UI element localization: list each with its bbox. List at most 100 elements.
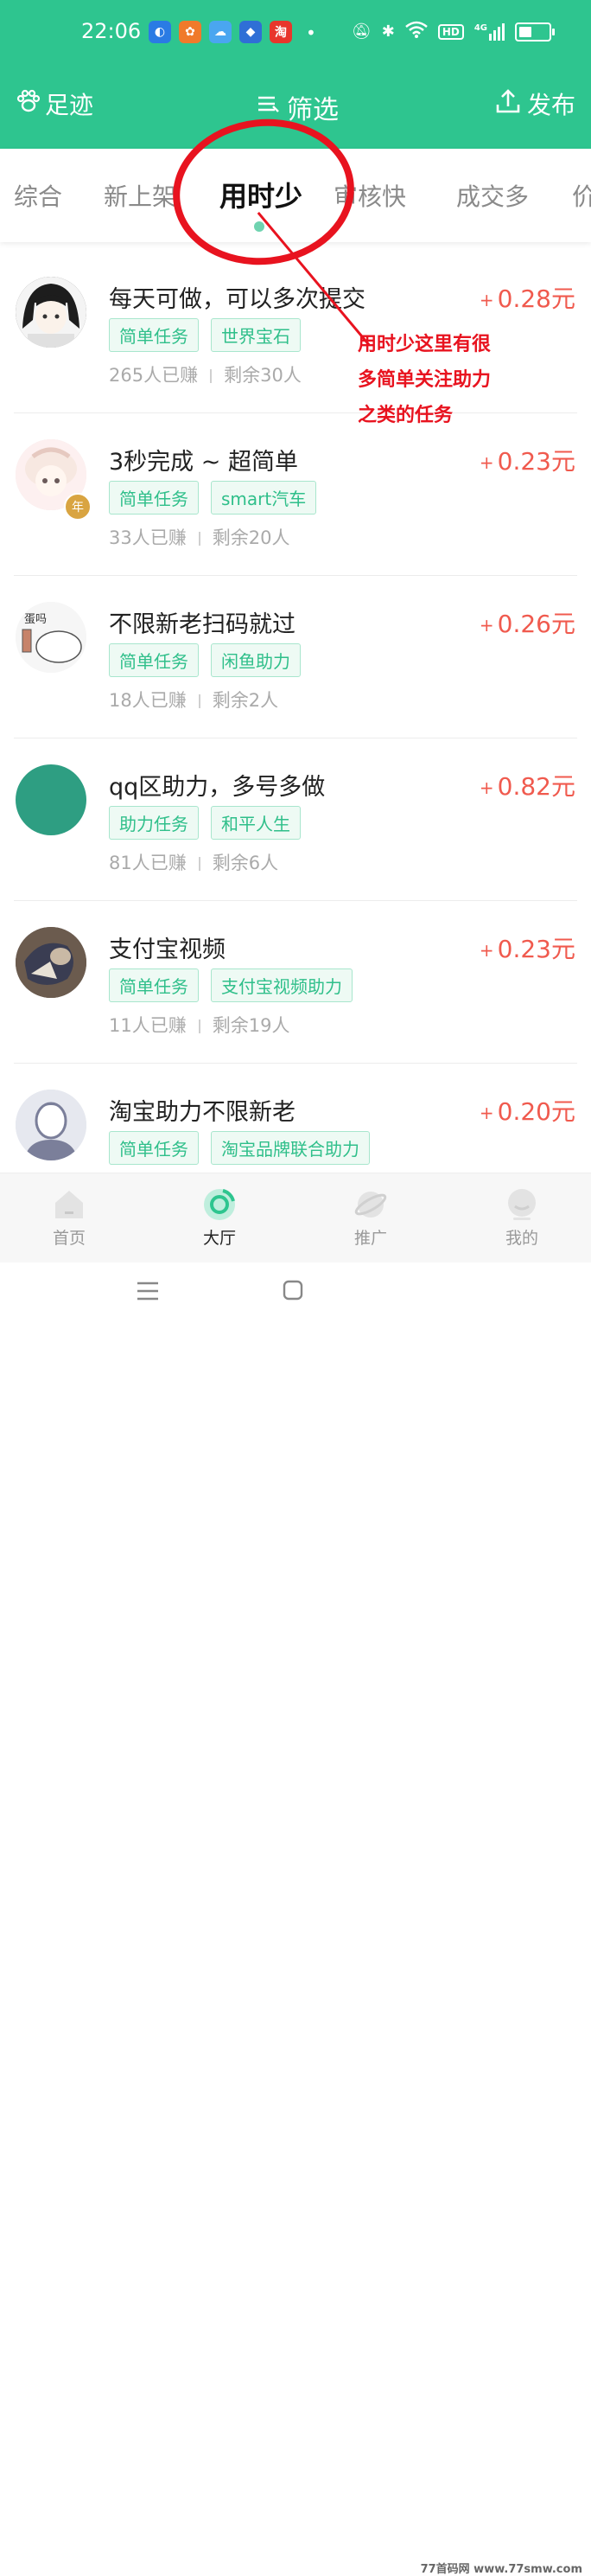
- earned-count: 265人已赚: [109, 365, 199, 386]
- task-item[interactable]: 蛋吗 不限新老扫码就过 +0.26元 简单任务 闲鱼助力 18人已赚 剩余2人: [0, 576, 591, 738]
- publish-button[interactable]: 发布: [494, 86, 575, 121]
- plus-icon: +: [479, 452, 494, 473]
- annotation-line-1: 用时少这里有很: [358, 334, 492, 355]
- publish-label: 发布: [526, 91, 575, 119]
- avatar: [16, 1090, 86, 1160]
- notification-app-icons: ◐ ✿ ☁ ◆ 淘: [149, 21, 292, 43]
- nav-home[interactable]: 首页: [17, 1186, 121, 1249]
- system-icons: 🔕︎ ✱ HD 4G: [352, 21, 555, 42]
- earned-count: 81人已赚: [109, 853, 187, 873]
- app2-icon: ✿: [179, 21, 201, 43]
- status-bar: 22:06 ◐ ✿ ☁ ◆ 淘 • 🔕︎ ✱ HD 4G: [0, 0, 591, 64]
- earned-count: 33人已赚: [109, 527, 187, 548]
- home-square-icon[interactable]: [283, 1280, 303, 1304]
- footprint-label: 足迹: [45, 91, 94, 119]
- nav-hall[interactable]: 大厅: [168, 1186, 271, 1249]
- tab-most-deals[interactable]: 成交多: [456, 178, 529, 213]
- task-item[interactable]: 年 3秒完成 ~ 超简单 +0.23元 简单任务 smart汽车 33人已赚 剩余20人: [0, 413, 591, 576]
- task-reward-value: 0.23元: [497, 447, 575, 476]
- avatar: [16, 927, 86, 998]
- planet-icon: [353, 1187, 388, 1222]
- task-tags: 简单任务 smart汽车: [109, 481, 317, 515]
- task-reward-value: 0.20元: [497, 1097, 575, 1126]
- task-meta: 11人已赚 剩余19人: [109, 1012, 289, 1038]
- task-meta: 265人已赚 剩余30人: [109, 361, 302, 387]
- task-tags: 简单任务 支付宝视频助力: [109, 968, 353, 1002]
- profile-icon: [505, 1187, 539, 1222]
- signal-icon: 4G: [474, 22, 505, 41]
- remaining-count: 剩余6人: [212, 853, 279, 873]
- task-title: 淘宝助力不限新老: [109, 1099, 296, 1126]
- task-reward: +0.23元: [480, 443, 575, 477]
- app4-icon: ◆: [239, 21, 262, 43]
- task-tag: 和平人生: [211, 806, 301, 840]
- task-tag: 简单任务: [109, 1131, 199, 1165]
- bottom-nav: 首页 大厅 推广 我的: [0, 1173, 591, 1263]
- remaining-count: 剩余20人: [212, 527, 290, 548]
- remaining-count: 剩余2人: [212, 690, 279, 711]
- task-title: 不限新老扫码就过: [109, 611, 296, 638]
- nav-promote[interactable]: 推广: [319, 1186, 423, 1249]
- avatar: [16, 764, 86, 835]
- plus-icon: +: [479, 1103, 494, 1123]
- status-time: 22:06: [81, 19, 142, 43]
- task-meta: 18人已赚 剩余2人: [109, 687, 278, 713]
- nav-home-label: 首页: [52, 1229, 86, 1248]
- status-dot: •: [306, 22, 316, 43]
- system-nav-bar: 77首码网 www.77smw.com: [0, 1262, 591, 2576]
- task-tags: 简单任务 淘宝品牌联合助力: [109, 1131, 370, 1165]
- remaining-count: 剩余19人: [212, 1015, 290, 1036]
- task-tag: 助力任务: [109, 806, 199, 840]
- task-reward-value: 0.82元: [497, 772, 575, 801]
- bluetooth-icon: ✱: [381, 22, 395, 41]
- task-item[interactable]: qq区助力，多号多做 +0.82元助力任务 和平人生 81人已赚 剩余6人: [0, 738, 591, 901]
- weather-app-icon: ☁: [209, 21, 232, 43]
- nav-mine[interactable]: 我的: [470, 1186, 574, 1249]
- annotation-line-3: 之类的任务: [358, 405, 454, 426]
- task-reward: +0.26元: [480, 605, 575, 640]
- nav-mine-label: 我的: [505, 1229, 538, 1248]
- home-icon: [52, 1187, 86, 1222]
- task-tag: 世界宝石: [211, 318, 301, 352]
- task-tags: 简单任务 闲鱼助力: [109, 643, 301, 677]
- browser-app-icon: ◐: [149, 21, 171, 43]
- earned-count: 11人已赚: [109, 1015, 187, 1036]
- task-meta: 33人已赚 剩余20人: [109, 524, 289, 550]
- footprint-button[interactable]: 足迹: [16, 86, 93, 121]
- plus-icon: +: [479, 940, 494, 961]
- upload-icon: [494, 87, 522, 121]
- filter-label: 筛选: [287, 95, 339, 125]
- nav-promote-label: 推广: [353, 1229, 387, 1248]
- top-header: 足迹 筛选 发布: [0, 80, 591, 128]
- tab-price[interactable]: 价: [572, 178, 591, 213]
- task-tag: smart汽车: [211, 481, 317, 515]
- task-tags: 简单任务 世界宝石: [109, 318, 301, 352]
- avatar: [16, 277, 86, 348]
- task-tags: 助力任务 和平人生: [109, 806, 301, 840]
- plus-icon: +: [479, 777, 494, 798]
- task-title: 支付宝视频: [109, 936, 226, 963]
- menu-icon[interactable]: [137, 1282, 159, 1304]
- task-tag: 闲鱼助力: [211, 643, 301, 677]
- task-reward: +0.20元: [480, 1093, 575, 1128]
- tab-comprehensive[interactable]: 综合: [14, 178, 62, 213]
- meta-divider: [210, 369, 213, 383]
- task-title: 3秒完成 ~ 超简单: [109, 449, 298, 476]
- task-meta: 81人已赚 剩余6人: [109, 849, 278, 875]
- task-reward-value: 0.26元: [497, 610, 575, 638]
- task-tag: 简单任务: [109, 481, 199, 515]
- task-tag: 淘宝品牌联合助力: [211, 1131, 370, 1165]
- task-tag: 简单任务: [109, 318, 199, 352]
- task-reward: +0.23元: [480, 930, 575, 965]
- annotation-text: 用时少这里有很 多简单关注助力 之类的任务: [358, 327, 531, 433]
- taobao-app-icon: 淘: [270, 21, 292, 43]
- nav-hall-label: 大厅: [202, 1229, 236, 1248]
- task-tag: 简单任务: [109, 643, 199, 677]
- task-reward-value: 0.23元: [497, 935, 575, 963]
- task-title: qq区助力，多号多做: [109, 774, 326, 801]
- meta-divider: [198, 532, 200, 546]
- meta-divider: [198, 857, 200, 871]
- tab-new-listed[interactable]: 新上架: [104, 178, 176, 213]
- hd-icon: HD: [437, 23, 464, 40]
- task-item[interactable]: 支付宝视频 +0.23元简单任务 支付宝视频助力 11人已赚 剩余19人: [0, 901, 591, 1064]
